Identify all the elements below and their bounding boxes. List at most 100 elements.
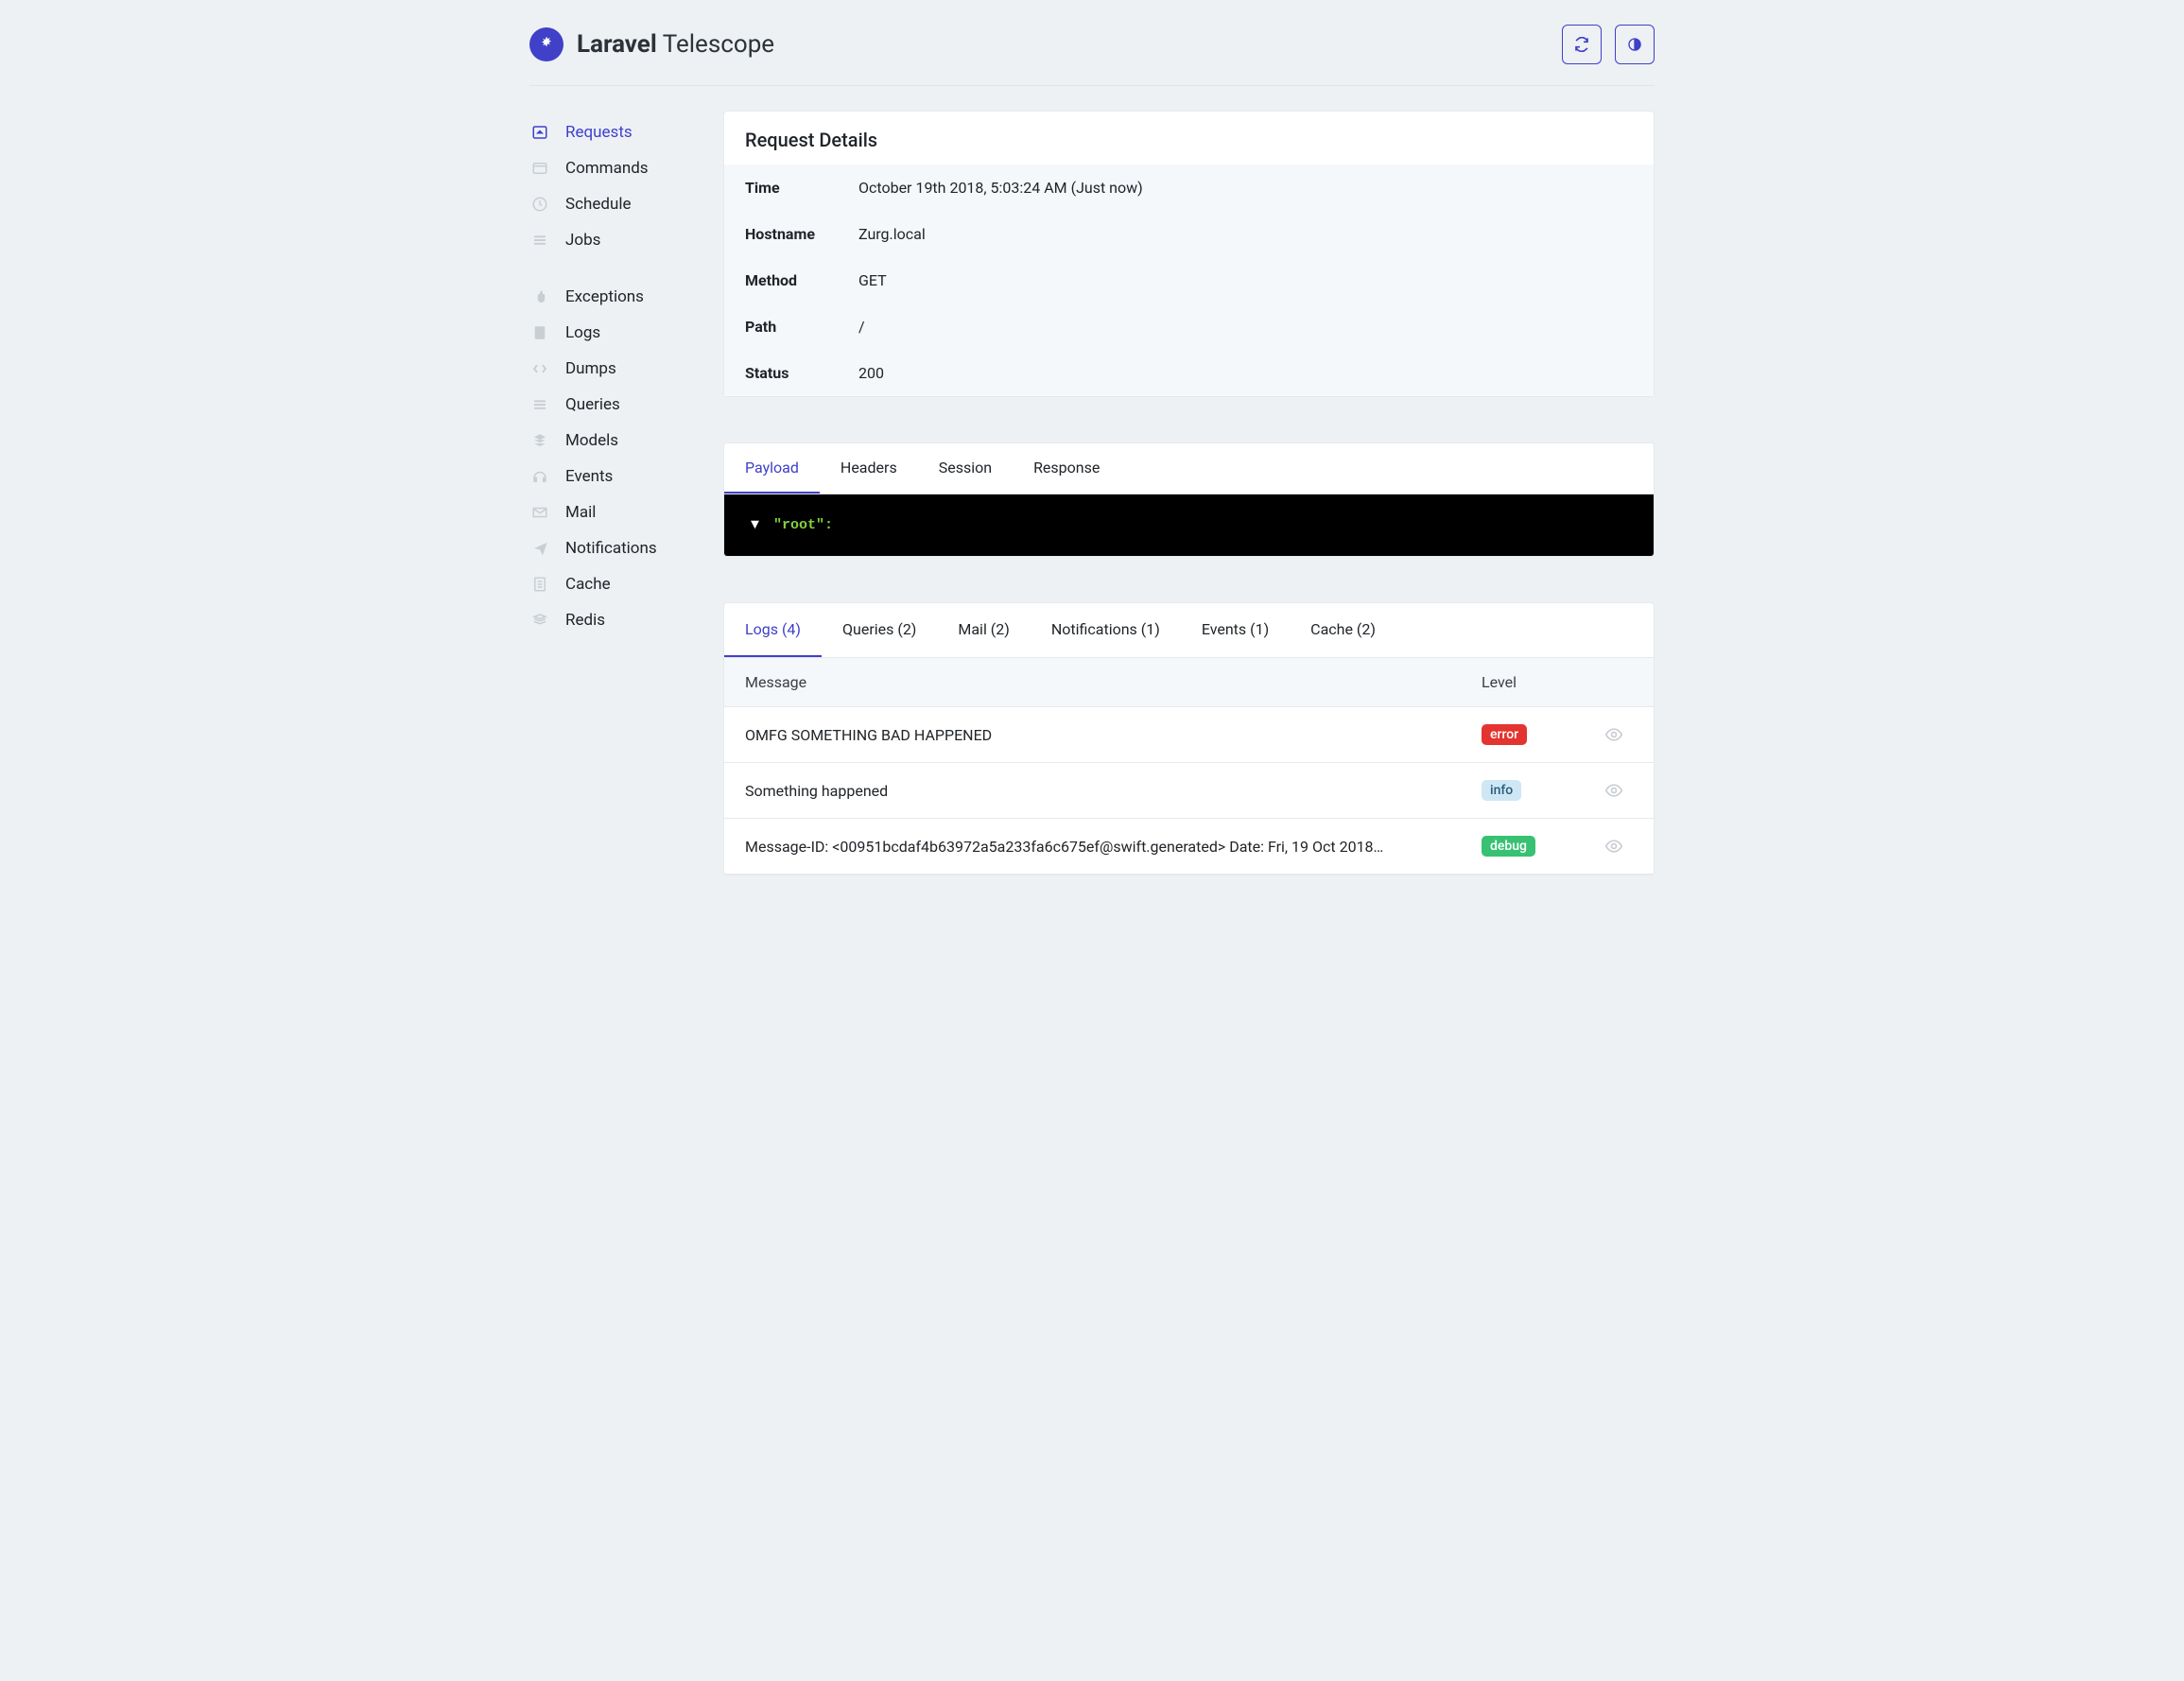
payload-code-block: ▼ "root": [724,494,1654,556]
sidebar-item-label: Dumps [565,359,616,378]
moon-pie-icon [1627,37,1642,52]
sidebar-item-label: Jobs [565,231,600,250]
level-badge: error [1482,724,1527,745]
telescope-logo-icon [529,27,563,61]
sidebar-item-label: Notifications [565,539,657,558]
details-row: Path/ [724,303,1654,350]
mail-icon [529,502,550,523]
sidebar-item-label: Cache [565,575,611,594]
card-title: Request Details [724,112,1654,165]
events-icon [529,466,550,487]
details-label: Status [745,364,858,382]
log-row: Something happenedinfo [724,763,1654,819]
tab-response[interactable]: Response [1013,443,1120,494]
log-header-level: Level [1482,673,1595,691]
sidebar-item-jobs[interactable]: Jobs [529,222,723,258]
brand: Laravel Telescope [529,27,774,61]
details-label: Time [745,179,858,197]
sidebar-item-label: Mail [565,503,596,522]
redis-icon [529,610,550,631]
details-row: MethodGET [724,257,1654,303]
details-value: Zurg.local [858,225,926,243]
log-row: Message-ID: <00951bcdaf4b63972a5a233fa6c… [724,819,1654,875]
log-header-message: Message [745,673,1482,691]
subtab-queries----[interactable]: Queries (2) [822,603,937,657]
schedule-icon [529,194,550,215]
sidebar-item-label: Models [565,431,618,450]
sidebar-item-label: Events [565,467,613,486]
log-message: OMFG SOMETHING BAD HAPPENED [745,726,1482,744]
tab-headers[interactable]: Headers [820,443,918,494]
theme-toggle-button[interactable] [1615,25,1655,64]
refresh-icon [1574,37,1589,52]
sidebar-item-requests[interactable]: Requests [529,114,723,150]
sidebar: Requests Commands Schedule Jobs Exceptions L… [529,111,723,875]
details-value: 200 [858,364,884,382]
subtab-cache----[interactable]: Cache (2) [1290,603,1396,657]
header-actions [1562,25,1655,64]
sidebar-item-redis[interactable]: Redis [529,602,723,638]
related-entries-card: Logs (4)Queries (2)Mail (2)Notifications… [723,602,1655,875]
cache-icon [529,574,550,595]
sidebar-item-commands[interactable]: Commands [529,150,723,186]
details-label: Hostname [745,225,858,243]
related-tabs: Logs (4)Queries (2)Mail (2)Notifications… [724,603,1654,658]
level-badge: info [1482,780,1521,801]
logs-icon [529,322,550,343]
sidebar-item-notifications[interactable]: Notifications [529,530,723,566]
view-icon[interactable] [1604,837,1623,856]
main-content: Request Details TimeOctober 19th 2018, 5… [723,111,1655,875]
sidebar-item-label: Logs [565,323,600,342]
queries-icon [529,394,550,415]
sidebar-item-cache[interactable]: Cache [529,566,723,602]
log-message: Message-ID: <00951bcdaf4b63972a5a233fa6c… [745,838,1482,856]
details-row: HostnameZurg.local [724,211,1654,257]
sidebar-item-label: Commands [565,159,649,178]
details-value: GET [858,271,887,289]
view-icon[interactable] [1604,725,1623,744]
notifications-icon [529,538,550,559]
sidebar-item-exceptions[interactable]: Exceptions [529,279,723,315]
sidebar-item-models[interactable]: Models [529,423,723,459]
payload-tabs: PayloadHeadersSessionResponse [724,443,1654,494]
details-row: TimeOctober 19th 2018, 5:03:24 AM (Just … [724,165,1654,211]
details-value: October 19th 2018, 5:03:24 AM (Just now) [858,179,1143,197]
refresh-button[interactable] [1562,25,1602,64]
sidebar-item-label: Queries [565,395,620,414]
dumps-icon [529,358,550,379]
sidebar-item-queries[interactable]: Queries [529,387,723,423]
subtab-logs----[interactable]: Logs (4) [724,603,822,657]
chevron-down-icon[interactable]: ▼ [751,517,759,533]
log-message: Something happened [745,782,1482,800]
subtab-notifications----[interactable]: Notifications (1) [1031,603,1181,657]
models-icon [529,430,550,451]
brand-title: Laravel Telescope [577,30,774,59]
sidebar-item-mail[interactable]: Mail [529,494,723,530]
request-details-card: Request Details TimeOctober 19th 2018, 5… [723,111,1655,397]
details-label: Path [745,318,858,336]
subtab-mail----[interactable]: Mail (2) [937,603,1030,657]
details-value: / [858,318,865,336]
commands-icon [529,158,550,179]
subtab-events----[interactable]: Events (1) [1181,603,1290,657]
details-row: Status200 [724,350,1654,396]
sidebar-item-schedule[interactable]: Schedule [529,186,723,222]
tab-payload[interactable]: Payload [724,443,820,494]
details-label: Method [745,271,858,289]
sidebar-item-logs[interactable]: Logs [529,315,723,351]
json-root-key: "root": [773,517,833,533]
sidebar-item-label: Schedule [565,195,631,214]
sidebar-item-label: Requests [565,123,633,142]
sidebar-item-label: Exceptions [565,287,644,306]
sidebar-item-dumps[interactable]: Dumps [529,351,723,387]
jobs-icon [529,230,550,251]
exceptions-icon [529,286,550,307]
level-badge: debug [1482,836,1535,857]
sidebar-item-events[interactable]: Events [529,459,723,494]
sidebar-item-label: Redis [565,611,605,630]
log-table-header: Message Level [724,658,1654,707]
tab-session[interactable]: Session [918,443,1013,494]
requests-icon [529,122,550,143]
header: Laravel Telescope [529,0,1655,86]
view-icon[interactable] [1604,781,1623,800]
